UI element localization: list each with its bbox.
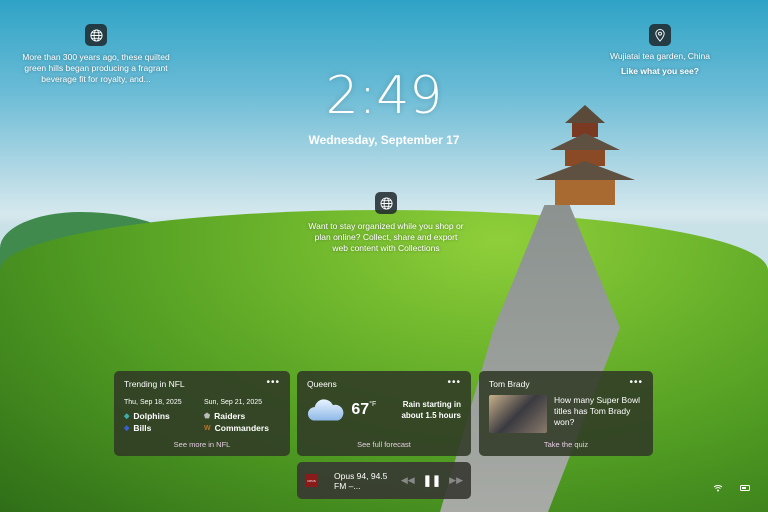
more-options-button[interactable]: ••• <box>266 377 280 388</box>
dolphins-logo-icon: ◆ <box>124 413 130 420</box>
team-name[interactable]: Dolphins <box>133 411 169 421</box>
track-title: Opus 94, 94.5 FM –... <box>334 470 388 491</box>
previous-track-button[interactable]: ◀◀ <box>401 475 415 486</box>
temperature-unit: °F <box>369 401 377 408</box>
clock-date: Wednesday, September 17 <box>308 133 460 147</box>
team-name[interactable]: Raiders <box>214 411 245 421</box>
game-date: Thu, Sep 18, 2025 <box>124 399 182 406</box>
news-widget[interactable]: Tom Brady ••• How many Super Bowl titles… <box>479 371 653 456</box>
widget-title: Queens <box>307 379 337 389</box>
location-pin-icon[interactable] <box>649 24 671 46</box>
forecast-link[interactable]: See full forecast <box>297 440 471 449</box>
more-options-button[interactable]: ••• <box>447 377 461 388</box>
widget-title: Tom Brady <box>489 379 530 389</box>
more-options-button[interactable]: ••• <box>629 377 643 388</box>
pause-button[interactable]: ❚❚ <box>423 474 441 487</box>
team-name[interactable]: Bills <box>133 423 151 433</box>
nfl-widget[interactable]: Trending in NFL ••• Thu, Sep 18, 2025 ◆ D… <box>114 371 290 456</box>
temperature: 67 <box>351 401 370 418</box>
tip-caption[interactable]: Want to stay organized while you shop or… <box>308 221 464 254</box>
battery-icon[interactable] <box>740 485 751 491</box>
globe-icon[interactable] <box>375 192 397 214</box>
cloud-icon <box>307 399 344 421</box>
next-track-button[interactable]: ▶▶ <box>449 475 463 486</box>
media-player[interactable]: OPUS Opus 94, 94.5 FM –... ◀◀ ❚❚ ▶▶ <box>297 462 471 499</box>
quiz-link[interactable]: Take the quiz <box>479 440 653 449</box>
raiders-logo-icon: ⬟ <box>204 413 211 420</box>
weather-widget[interactable]: Queens ••• 67 °F Rain starting in about 1… <box>297 371 471 456</box>
clock-time: 2:49 <box>325 66 443 126</box>
globe-icon[interactable] <box>85 24 107 46</box>
station-logo: OPUS <box>305 474 318 487</box>
commanders-logo-icon: W <box>204 424 211 432</box>
weather-summary: Rain starting in about 1.5 hours <box>401 400 461 420</box>
location-label[interactable]: Wujiatai tea garden, China <box>600 51 720 62</box>
game-date: Sun, Sep 21, 2025 <box>204 399 262 406</box>
wifi-icon[interactable] <box>713 484 723 492</box>
bills-logo-icon: ◆ <box>124 425 130 432</box>
widget-title: Trending in NFL <box>124 379 185 389</box>
team-name[interactable]: Commanders <box>215 423 269 433</box>
news-question[interactable]: How many Super Bowl titles has Tom Brady… <box>554 395 643 433</box>
news-thumbnail[interactable] <box>489 395 547 433</box>
see-more-link[interactable]: See more in NFL <box>114 440 290 449</box>
